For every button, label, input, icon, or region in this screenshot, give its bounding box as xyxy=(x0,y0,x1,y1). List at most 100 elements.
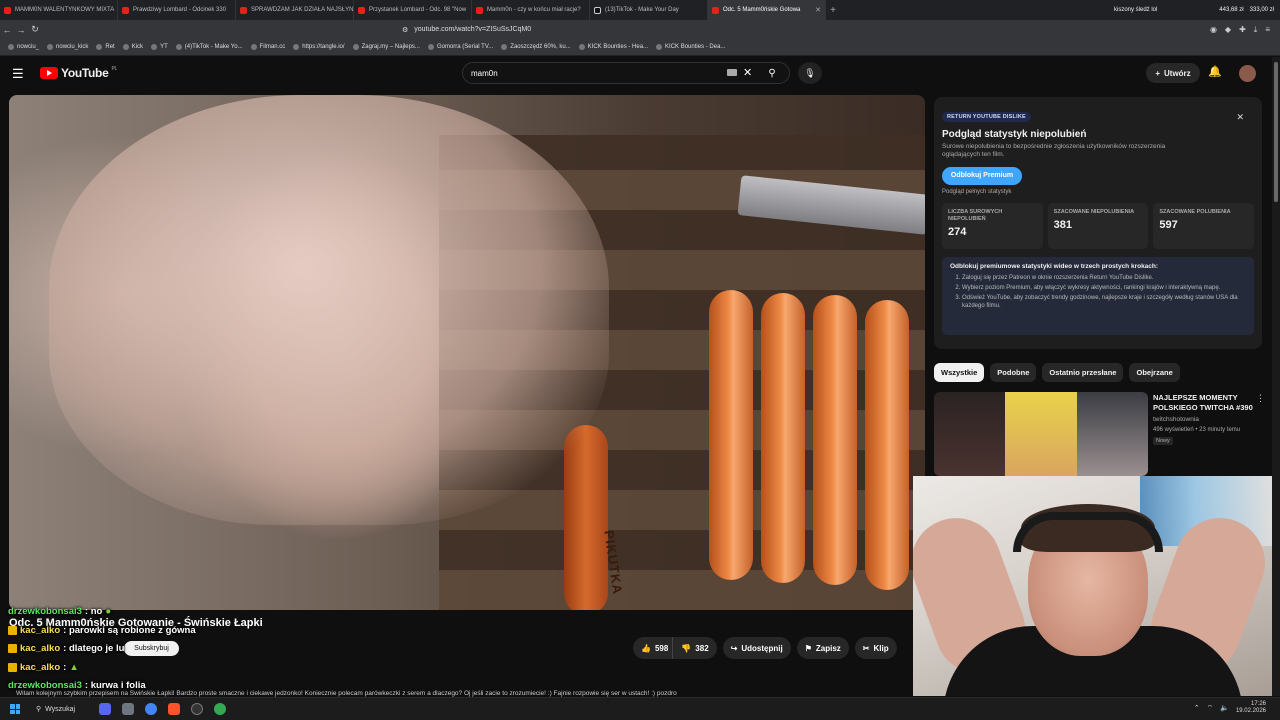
search-icon: ⚲ xyxy=(36,706,42,713)
close-icon[interactable]: ✕ xyxy=(1236,112,1244,123)
reload-icon[interactable]: ↻ xyxy=(28,24,42,35)
bookmark-label: Ret xyxy=(105,44,115,50)
share-icon: ↪ xyxy=(730,643,738,653)
menu-dots-icon[interactable]: ≡ xyxy=(1265,25,1270,35)
keyboard-icon[interactable] xyxy=(727,69,737,76)
puzzle-icon[interactable]: ✚ xyxy=(1239,25,1246,35)
bookmark-item[interactable]: KICK Bounties - Hea... xyxy=(578,44,648,50)
bookmark-label: https://tangle.io/ xyxy=(302,44,345,50)
browser-tab-bar: MAMM0N WALENTYNKOWY MIXTA Prawdziwy Lomb… xyxy=(0,0,1280,20)
bookmark-label: Filman.cc xyxy=(259,44,286,50)
youtube-logo[interactable]: YouTube PL xyxy=(40,66,117,80)
video-player[interactable]: PIKUTKA xyxy=(9,95,925,610)
ryd-subtitle: Surowe niepolubienia to bezpośrednie zgł… xyxy=(942,143,1166,159)
clock[interactable]: 17:26 19.02.2026 xyxy=(1236,701,1266,715)
scrollbar-thumb[interactable] xyxy=(1274,62,1278,202)
filter-chips: Wszystkie Podobne Ostatnio przesłane Obe… xyxy=(934,363,1180,382)
recommended-channel[interactable]: twitchshotownia xyxy=(1153,416,1199,423)
chrome-icon[interactable] xyxy=(145,703,158,715)
file-explorer-icon[interactable] xyxy=(122,703,135,715)
chat-text: : dlatego je lu xyxy=(63,643,125,654)
brave-icon[interactable] xyxy=(168,703,181,715)
volume-icon[interactable]: 🔈 xyxy=(1220,704,1229,712)
close-tab-icon[interactable]: ✕ xyxy=(815,6,821,14)
recommended-thumbnail[interactable] xyxy=(934,392,1148,476)
extension-icon[interactable]: ◉ xyxy=(1210,25,1217,35)
wifi-icon[interactable]: ⌔ xyxy=(1207,704,1214,713)
user-avatar[interactable] xyxy=(1239,65,1256,82)
hamburger-menu-icon[interactable]: ☰ xyxy=(12,66,24,82)
search-input[interactable]: mam0n ✕ ⚲ xyxy=(462,62,790,84)
dislike-count: 382 xyxy=(695,643,709,653)
video-description[interactable]: Witam kolejnym szybkim przepisem na Świń… xyxy=(16,690,896,697)
chat-message: kac_alko: dlatego je lu xyxy=(8,643,124,654)
browser-tab[interactable]: MAMM0N WALENTYNKOWY MIXTA xyxy=(0,0,118,20)
unlock-premium-button[interactable]: Odblokuj Premium xyxy=(942,166,1022,185)
bookmark-item[interactable]: https://tangle.io/ xyxy=(293,44,345,50)
discord-icon[interactable] xyxy=(99,703,112,715)
bookmark-item[interactable]: Ret xyxy=(96,44,115,50)
browser-tab[interactable]: Przystanek Lombard - Odc. 98 "Now xyxy=(354,0,472,20)
extension-icon[interactable]: ◆ xyxy=(1225,25,1231,35)
chip-related[interactable]: Podobne xyxy=(990,363,1037,382)
chip-all[interactable]: Wszystkie xyxy=(934,363,985,382)
tab-label: Prawdziwy Lombard - Odcinek 330 xyxy=(133,7,227,13)
like-button[interactable]: 👍 598 xyxy=(633,637,674,659)
bookmark-favicon-icon xyxy=(8,44,14,50)
bookmark-item[interactable]: Kick xyxy=(122,44,144,50)
bookmark-item[interactable]: KICK Bounties - Dea... xyxy=(656,44,725,50)
browser-tab[interactable]: SPRAWDZAM JAK DZIAŁA NAJSŁYN xyxy=(236,0,354,20)
chat-text: : parowki są robione z gówna xyxy=(63,625,196,636)
bookmark-item[interactable]: YT xyxy=(151,44,168,50)
return-youtube-dislike-panel: RETURN YOUTUBE DISLIKE ✕ Podgląd statyst… xyxy=(934,97,1262,349)
browser-tab[interactable]: Mamm0n - czy w końcu miał racje? xyxy=(472,0,590,20)
youtube-favicon-icon xyxy=(358,6,365,14)
new-tab-button[interactable]: + xyxy=(826,5,840,16)
dislike-button[interactable]: 👎 382 xyxy=(673,637,717,659)
chat-badge-icon xyxy=(8,626,17,635)
save-button[interactable]: ⚑ Zapisz xyxy=(796,637,849,659)
bookmark-item[interactable]: nowciu_kick xyxy=(47,44,88,50)
chip-watched[interactable]: Obejrzane xyxy=(1129,363,1180,382)
create-button[interactable]: + Utwórz xyxy=(1146,63,1200,83)
share-button[interactable]: ↪ Udostępnij xyxy=(722,637,791,659)
step-item: Wybierz poziom Premium, aby włączyć wykr… xyxy=(962,284,1246,292)
download-icon[interactable]: ⤓ xyxy=(1254,25,1258,35)
bookmark-item[interactable]: Zaoszczędź 60%, ku... xyxy=(501,44,571,50)
forward-icon[interactable]: → xyxy=(14,25,28,35)
site-info-icon[interactable]: ⚙ xyxy=(402,26,408,34)
obs-icon[interactable] xyxy=(191,703,204,715)
save-label: Zapisz xyxy=(815,643,841,653)
system-tray: ⌃ ⌔ 🔈 17:26 19.02.2026 xyxy=(1194,701,1266,715)
search-button[interactable]: ⚲ xyxy=(755,63,789,83)
chrome-alt-icon[interactable] xyxy=(214,703,227,715)
price-ticker: kiszony śledź lol 443,68 zł 333,00 zł xyxy=(1110,0,1280,20)
taskbar-search[interactable]: ⚲ Wyszukaj xyxy=(36,705,75,714)
more-vert-icon[interactable]: ⋮ xyxy=(1256,393,1265,404)
youtube-favicon-icon xyxy=(122,6,129,14)
video-actions: 👍 598 👎 382 ↪ Udostępnij ⚑ Zapisz ✂ Klip xyxy=(633,637,897,659)
new-badge: Nowy xyxy=(1153,437,1173,445)
clear-search-icon[interactable]: ✕ xyxy=(743,66,752,79)
bookmark-item[interactable]: (4)TikTok - Make Yo... xyxy=(175,44,243,50)
voice-search-button[interactable]: 🎙 xyxy=(798,62,822,84)
bookmark-item[interactable]: Filman.cc xyxy=(250,44,286,50)
url-text: youtube.com/watch?v=ZISuSsJCqM0 xyxy=(414,26,532,33)
tray-chevron-icon[interactable]: ⌃ xyxy=(1194,704,1200,712)
chip-recently-uploaded[interactable]: Ostatnio przesłane xyxy=(1042,363,1124,382)
back-icon[interactable]: ← xyxy=(0,25,14,35)
browser-tab-active[interactable]: Odc. 5 Mamm0ńskie Gotowa ✕ xyxy=(708,0,826,20)
clip-button[interactable]: ✂ Klip xyxy=(854,637,897,659)
subscribe-button[interactable]: Subskrybuj xyxy=(124,641,179,656)
bookmark-item[interactable]: Zagraj.my – Najleps... xyxy=(352,44,420,50)
bookmark-label: Kick xyxy=(131,44,144,50)
browser-tab[interactable]: Prawdziwy Lombard - Odcinek 330 xyxy=(118,0,236,20)
windows-start-icon[interactable] xyxy=(10,704,20,714)
recommended-title[interactable]: NAJLEPSZE MOMENTY POLSKIEGO TWITCHA #390 xyxy=(1153,393,1253,413)
browser-tab[interactable]: (13)TikTok - Make Your Day xyxy=(590,0,708,20)
ryd-stats: LICZBA SUROWYCH NIEPOLUBIEŃ 274 SZACOWANE… xyxy=(942,202,1255,249)
bookmark-item[interactable]: Gomorra (Serial TV... xyxy=(427,44,493,50)
bookmark-item[interactable]: nowciu_ xyxy=(8,44,39,50)
notifications-bell-icon[interactable]: 🔔 xyxy=(1208,65,1222,78)
url-field[interactable]: ⚙ youtube.com/watch?v=ZISuSsJCqM0 xyxy=(402,26,531,34)
